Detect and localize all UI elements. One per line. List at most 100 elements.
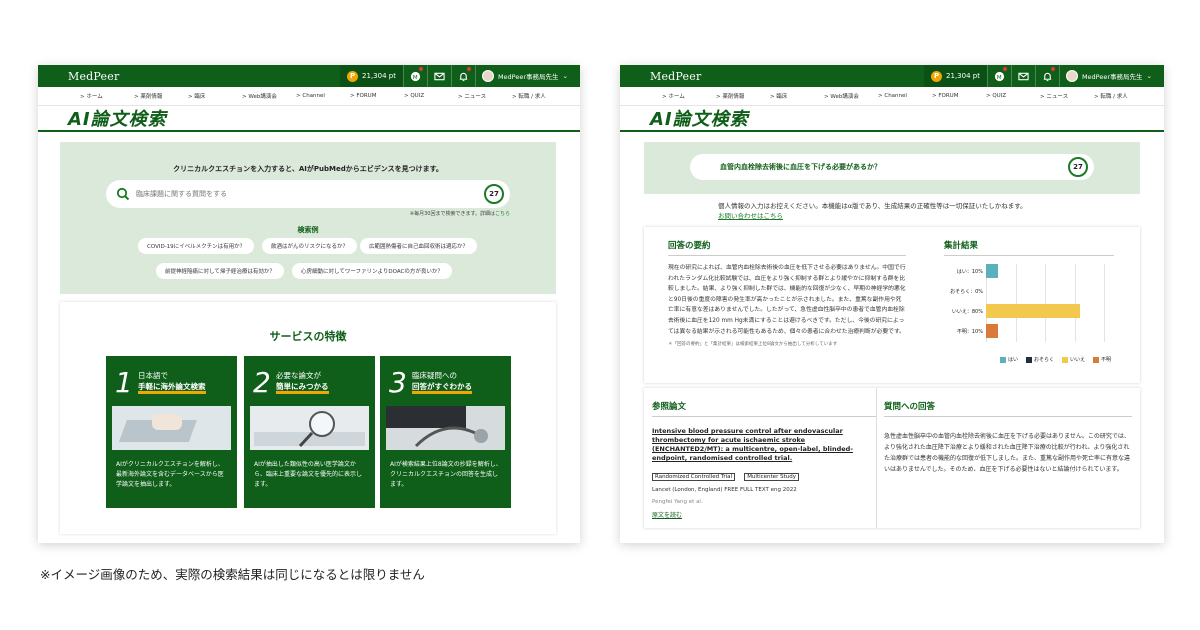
chart-gridline — [1104, 264, 1105, 342]
chart-legend-item: おそらく — [1026, 356, 1054, 363]
global-nav: > ホーム > 薬剤情報 > 臨床 > Web講演会 > Channel > F… — [38, 87, 580, 106]
inquiry-link[interactable]: お問い合わせはこちら — [718, 212, 783, 220]
disclaimer: 個人情報の入力はお控えください。本機能はα版であり、生成結果の正確性等は一切保証… — [718, 202, 1027, 220]
nav-item[interactable]: > Web講演会 — [824, 92, 878, 100]
stethoscope-photo — [386, 406, 505, 450]
nav-item[interactable]: > Channel — [296, 93, 350, 99]
chart-legend-item: はい — [1000, 356, 1018, 363]
nav-item[interactable]: > 転職 / 求人 — [512, 92, 566, 100]
chart-bar-label: 不明：10% — [956, 328, 983, 335]
summary-text: 現在の研究によれば、血管内血栓除去術後の血圧を低下させる必要はありません。中国で… — [668, 265, 906, 335]
chart-legend-item: 不明 — [1093, 356, 1111, 363]
reference-card: 参照論文 Intensive blood pressure control af… — [644, 388, 1140, 528]
chart-gridline — [1074, 264, 1076, 342]
user-menu[interactable]: MedPeer事務局先生 ⌄ — [474, 65, 580, 87]
page-title: AI論文検索 — [620, 106, 1164, 132]
summary-title: 回答の要約 — [668, 239, 906, 256]
nav-item[interactable]: > Web講演会 — [242, 92, 296, 100]
answer-title: 質問への回答 — [884, 400, 1132, 417]
details-link[interactable]: こちら — [495, 211, 510, 217]
message-icon[interactable] — [1010, 65, 1035, 87]
question-panel: 血管内血栓除去術後に血圧を下げる必要があるか？ 27 — [644, 142, 1140, 194]
user-menu[interactable]: MedPeer事務局先生 ⌄ — [1058, 65, 1164, 87]
chevron-down-icon: ⌄ — [562, 72, 568, 80]
nav-item[interactable]: > Channel — [878, 93, 932, 99]
points-value: 21,304 pt — [946, 72, 980, 80]
points-coin-icon: P — [347, 70, 359, 82]
search-note: ※毎月30回まで検索できます。詳細はこちら — [409, 211, 510, 217]
remaining-count-ring: 27 — [484, 184, 504, 204]
page-title: AI論文検索 — [38, 106, 580, 132]
svg-text:M: M — [997, 74, 1002, 80]
nav-item[interactable]: > ニュース — [458, 92, 512, 100]
paper-author: Pengfei Yang et al. — [652, 499, 703, 505]
divider — [876, 388, 877, 528]
nav-item[interactable]: > QUIZ — [986, 93, 1040, 99]
medpeer-logo[interactable]: MedPeer — [68, 70, 340, 83]
points-value: 21,304 pt — [362, 72, 396, 80]
study-type-tag: Multicenter Study — [744, 473, 799, 481]
read-original-link[interactable]: 原文を読む — [652, 510, 876, 519]
search-icon — [116, 187, 130, 201]
chart-bar-label: はい：10% — [956, 268, 983, 275]
nav-item[interactable]: > 臨床 — [770, 92, 824, 100]
nav-item[interactable]: > 薬剤情報 — [134, 92, 188, 100]
nav-item[interactable]: > 薬剤情報 — [716, 92, 770, 100]
chart-legend: はい おそらく いいえ 不明 — [944, 356, 1114, 363]
points-badge[interactable]: P 21,304 pt — [924, 65, 987, 87]
features-title: サービスの特徴 — [269, 330, 347, 343]
reference-title: 参照論文 — [652, 400, 876, 417]
study-type-tag: Randomized Controlled Trial — [652, 473, 736, 481]
nav-item[interactable]: > FORUM — [932, 93, 986, 99]
webinar-icon[interactable]: M — [402, 65, 427, 87]
feature-card: 1 日本語で 手軽に海外論文検索 AIがクリニカルクエスチョンを解析し、最新海外論… — [106, 356, 237, 508]
examples-title: 検索例 — [297, 226, 319, 234]
results-title: 集計結果 — [944, 239, 1114, 256]
top-bar: MedPeer P 21,304 pt M MedPeer事務局先生 ⌄ — [38, 65, 580, 87]
paper-title-link[interactable]: Intensive blood pressure control after e… — [652, 427, 876, 463]
nav-item[interactable]: > ホーム — [662, 92, 716, 100]
avatar — [1065, 70, 1078, 82]
nav-item[interactable]: > QUIZ — [404, 93, 458, 99]
example-chip[interactable]: 心房細動に対してワーファリンよりDOACの方が良いか？ — [292, 263, 452, 279]
question-box[interactable]: 血管内血栓除去術後に血圧を下げる必要があるか？ 27 — [690, 154, 1094, 180]
chart-bar — [986, 324, 998, 338]
nav-item[interactable]: > FORUM — [350, 93, 404, 99]
search-input[interactable] — [136, 190, 484, 198]
feature-card: 3 臨床疑問への 回答がすぐわかる AIが検索結果上位8論文の抄録を解析し、クリニ… — [380, 356, 511, 508]
search-box[interactable]: 27 — [106, 180, 510, 208]
chart-bar — [986, 304, 1081, 318]
top-bar: MedPeer P 21,304 pt M MedPeer事務局先生 ⌄ — [620, 65, 1164, 87]
image-caption: ※イメージ画像のため、実際の検索結果は同じになるとは限りません — [40, 567, 425, 582]
webinar-icon[interactable]: M — [986, 65, 1011, 87]
medpeer-logo[interactable]: MedPeer — [650, 70, 924, 83]
example-chip[interactable]: COVID-19にイベルメクチンは有用か？ — [138, 238, 255, 254]
example-chip[interactable]: 広範囲熱傷者に自己血回収術は適応か？ — [360, 238, 478, 254]
chart-bar-row: 不明：10% — [944, 324, 998, 338]
magnifier-photo — [250, 406, 369, 450]
user-name: MedPeer事務局先生 — [1081, 73, 1143, 81]
summary-footnote: ＊「回答の要約」と「集計結果」は検索結果上位8論文から抽出して分析しています — [668, 342, 838, 348]
chart-legend-item: いいえ — [1062, 356, 1085, 363]
global-nav: > ホーム > 薬剤情報 > 臨床 > Web講演会 > Channel > F… — [620, 87, 1164, 106]
example-chip[interactable]: 飲酒はがんのリスクになるか？ — [262, 238, 358, 254]
paper-meta: Lancet (London, England) FREE FULL TEXT … — [652, 487, 797, 493]
nav-item[interactable]: > 臨床 — [188, 92, 242, 100]
screen-search-result: MedPeer P 21,304 pt M MedPeer事務局先生 ⌄ > ホ… — [620, 65, 1164, 543]
bell-icon[interactable] — [450, 65, 475, 87]
nav-item[interactable]: > 転職 / 求人 — [1094, 92, 1148, 100]
points-badge[interactable]: P 21,304 pt — [340, 65, 403, 87]
example-chip[interactable]: 前提神経陥痛に対して帰子経治療は有効か？ — [156, 263, 284, 279]
chart-bar-row: はい：10% — [944, 264, 998, 278]
remaining-count-ring: 27 — [1068, 157, 1088, 177]
search-heading: クリニカルクエスチョンを入力すると、AIがPubMedからエビデンスを見つけます… — [173, 165, 443, 173]
points-coin-icon: P — [931, 70, 943, 82]
keyboard-photo — [112, 406, 231, 450]
chart-bar-row: いいえ：80% — [944, 304, 1081, 318]
nav-item[interactable]: > ニュース — [1040, 92, 1094, 100]
bell-icon[interactable] — [1034, 65, 1059, 87]
nav-item[interactable]: > ホーム — [80, 92, 134, 100]
message-icon[interactable] — [426, 65, 451, 87]
chart-bar-row: おそらく：0% — [944, 284, 986, 298]
chart-gridline — [1045, 264, 1046, 342]
